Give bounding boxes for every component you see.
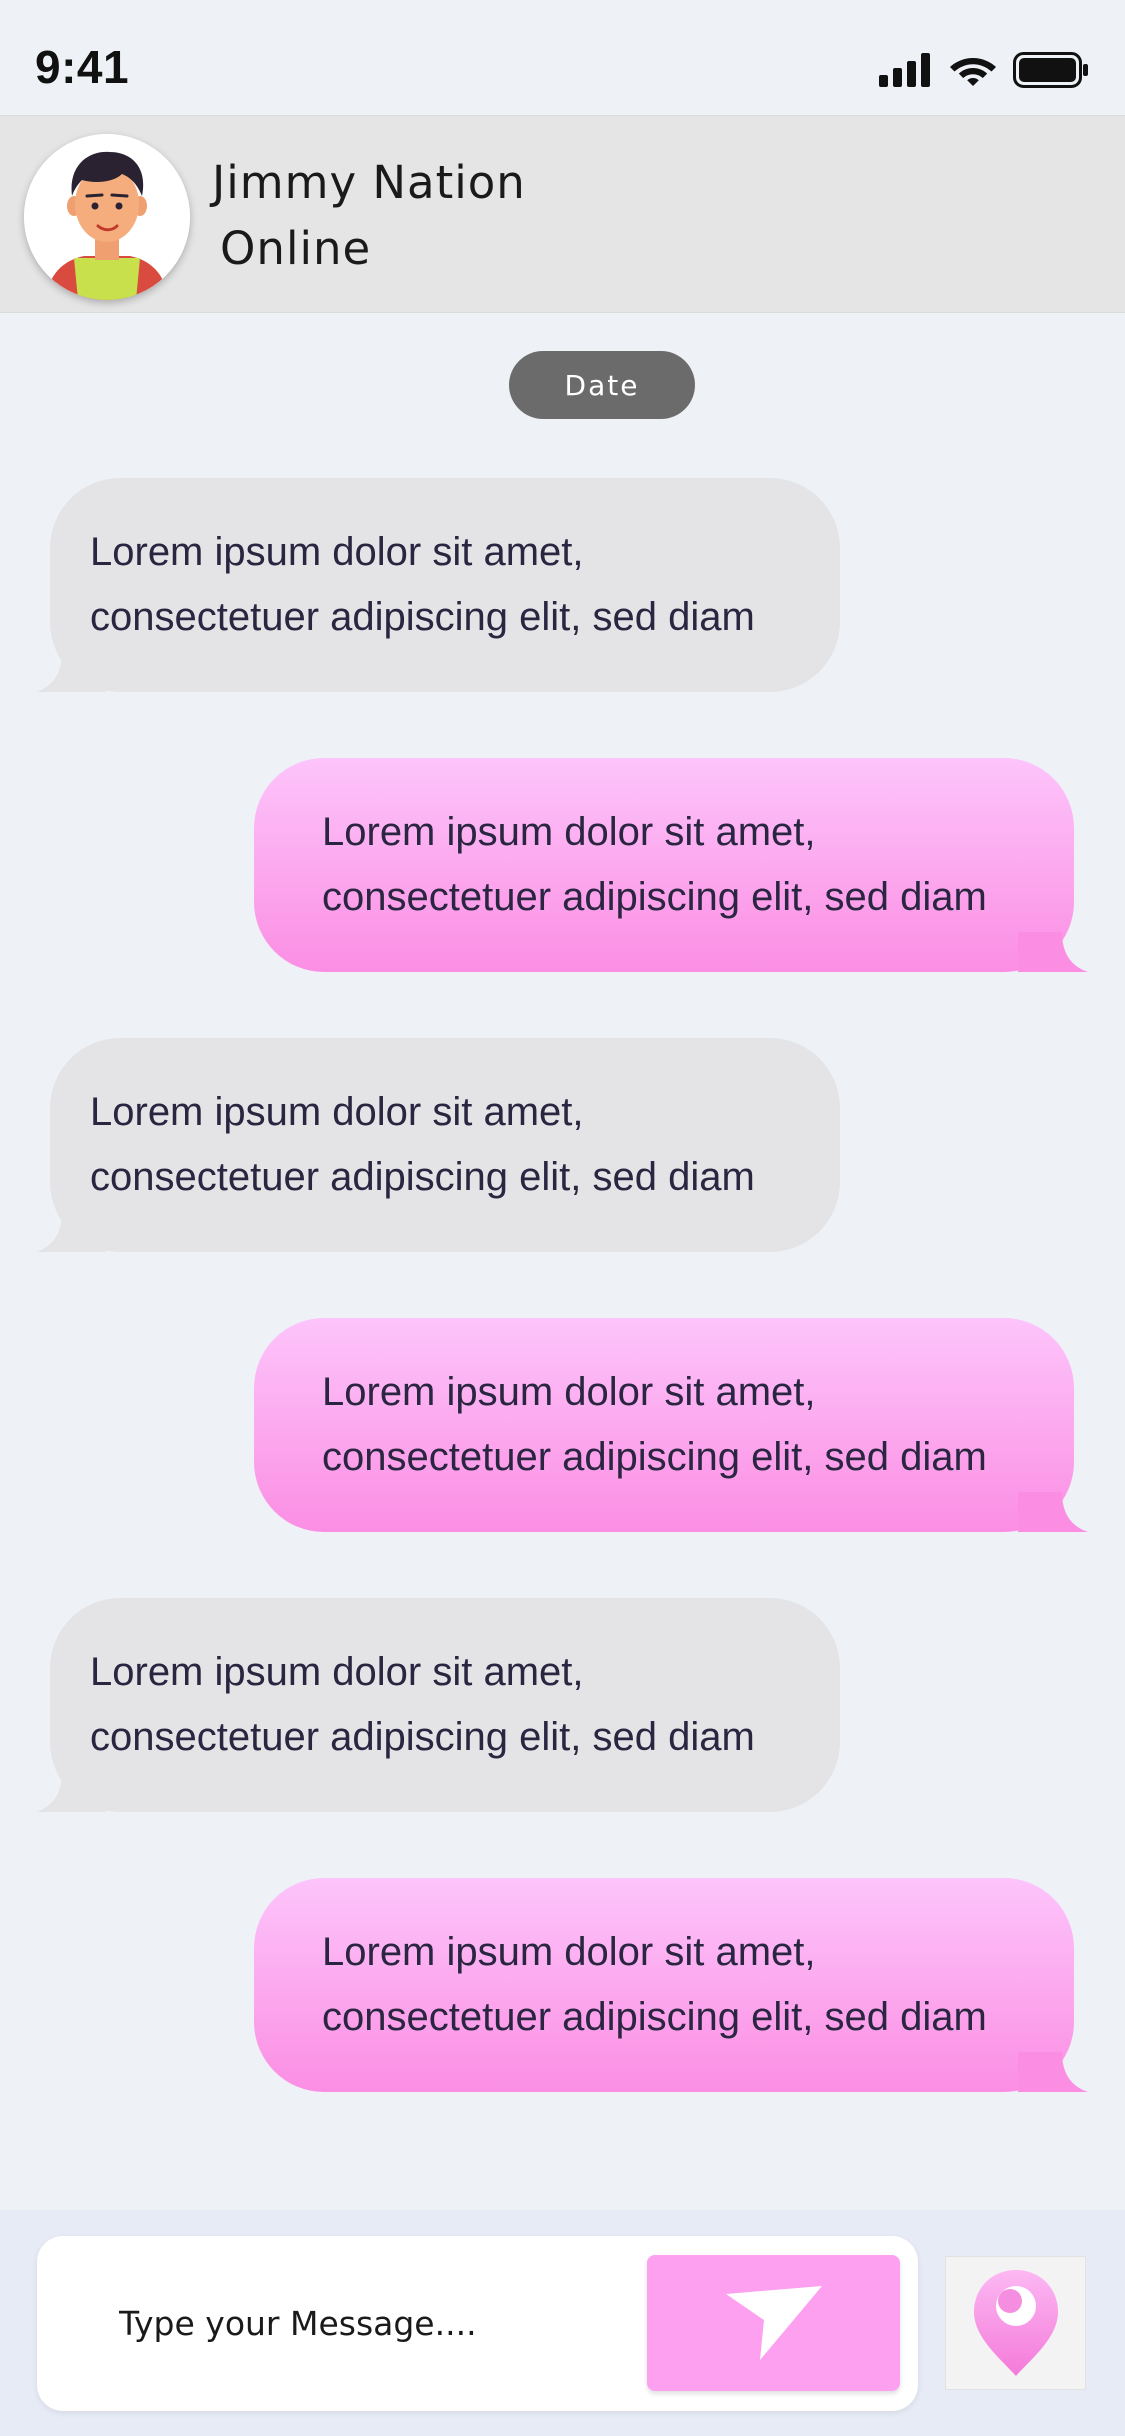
message-text: Lorem ipsum dolor sit amet, consectetuer… (90, 1650, 755, 1759)
bubble-tail (36, 1772, 106, 1812)
message-text: Lorem ipsum dolor sit amet, consectetuer… (322, 1370, 987, 1479)
status-bar: 9:41 (0, 0, 1125, 115)
cartoon-person-avatar-icon (24, 134, 190, 300)
message-bubble-outgoing[interactable]: Lorem ipsum dolor sit amet, consectetuer… (254, 1318, 1088, 1532)
status-icons (879, 50, 1089, 90)
bubble-tail (36, 652, 106, 692)
bubble-tail (1018, 2052, 1088, 2092)
location-pin-icon (973, 2270, 1058, 2376)
status-time: 9:41 (35, 41, 130, 93)
location-button[interactable] (945, 2256, 1086, 2390)
message-text: Lorem ipsum dolor sit amet, consectetuer… (90, 530, 755, 639)
bubble-tail (1018, 1492, 1088, 1532)
message-text: Lorem ipsum dolor sit amet, consectetuer… (322, 1930, 987, 2039)
message-text: Lorem ipsum dolor sit amet, consectetuer… (90, 1090, 755, 1199)
send-button[interactable] (647, 2255, 900, 2391)
battery-icon (1013, 52, 1088, 88)
contact-name: Jimmy Nation (212, 156, 526, 209)
contact-status: Online (220, 222, 372, 275)
avatar[interactable] (24, 134, 190, 300)
message-bubble-outgoing[interactable]: Lorem ipsum dolor sit amet, consectetuer… (254, 758, 1088, 972)
date-separator: Date (509, 351, 695, 419)
message-input[interactable] (119, 2288, 539, 2358)
bubble-tail (1018, 932, 1088, 972)
message-bubble-outgoing[interactable]: Lorem ipsum dolor sit amet, consectetuer… (254, 1878, 1088, 2092)
message-bubble-incoming[interactable]: Lorem ipsum dolor sit amet, consectetuer… (36, 1598, 840, 1812)
cellular-signal-icon (879, 53, 930, 87)
bubble-tail (36, 1212, 106, 1252)
message-bubble-incoming[interactable]: Lorem ipsum dolor sit amet, consectetuer… (36, 478, 840, 692)
message-text: Lorem ipsum dolor sit amet, consectetuer… (322, 810, 987, 919)
chat-header: Jimmy Nation Online (0, 115, 1125, 313)
wifi-icon (950, 58, 996, 86)
send-arrow-icon (725, 2286, 822, 2360)
message-bubble-incoming[interactable]: Lorem ipsum dolor sit amet, consectetuer… (36, 1038, 840, 1252)
